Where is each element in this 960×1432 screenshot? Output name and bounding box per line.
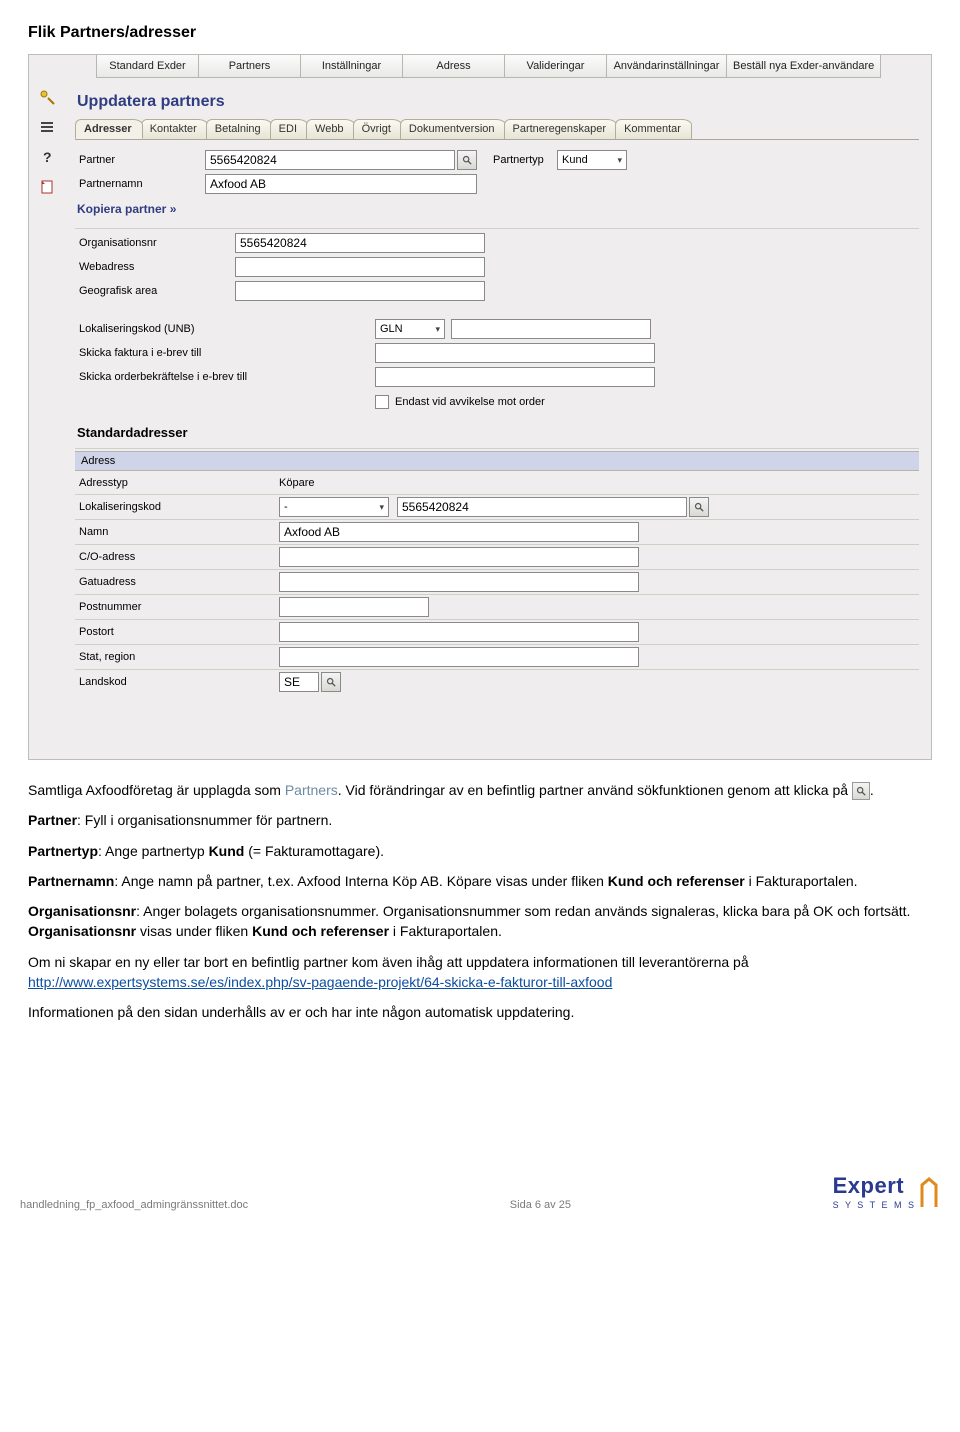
webadress-input[interactable] (235, 257, 485, 277)
eorder-input[interactable] (375, 367, 655, 387)
topmenu-installningar[interactable]: Inställningar (300, 55, 402, 78)
lbl-landskod: Landskod (79, 676, 279, 688)
lbl-postnr: Postnummer (79, 601, 279, 613)
lbl-orgnr: Organisationsnr (75, 237, 205, 249)
postnr-input[interactable] (279, 597, 429, 617)
standardadresser-heading: Standardadresser (75, 413, 919, 446)
partnertyp-select[interactable]: Kund (557, 150, 627, 170)
lbl-stat: Stat, region (79, 651, 279, 663)
lokkod-search-button[interactable] (689, 497, 709, 517)
avvikelse-checkbox[interactable] (375, 395, 389, 409)
screenshot-frame: Standard Exder Partners Inställningar Ad… (28, 54, 932, 760)
logo-subtext: S Y S T E M S (833, 1200, 916, 1210)
unb-input[interactable] (451, 319, 651, 339)
tab-kontakter[interactable]: Kontakter (141, 119, 208, 139)
footer-filename: handledning_fp_axfood_admingränssnittet.… (20, 1199, 248, 1211)
lbl-co: C/O-adress (79, 551, 279, 563)
landskod-input[interactable] (279, 672, 319, 692)
topbar-spacer (29, 55, 96, 79)
tab-edi[interactable]: EDI (270, 119, 308, 139)
search-icon (694, 502, 704, 512)
tab-kommentar[interactable]: Kommentar (615, 119, 692, 139)
lbl-lokkod: Lokaliseringskod (79, 501, 279, 513)
topmenu-valideringar[interactable]: Valideringar (504, 55, 606, 78)
lbl-einv: Skicka faktura i e-brev till (75, 347, 305, 359)
lokkod-select[interactable]: - (279, 497, 389, 517)
side-icon-strip: ? (29, 79, 65, 759)
body-p3: Partnertyp: Ange partnertyp Kund (= Fakt… (28, 841, 932, 861)
lbl-geo: Geografisk area (75, 285, 205, 297)
val-adresstyp: Köpare (279, 477, 314, 489)
lokkod-input[interactable] (397, 497, 687, 517)
body-p6: Om ni skapar en ny eller tar bort en bef… (28, 952, 932, 993)
unb-select[interactable]: GLN (375, 319, 445, 339)
lbl-partnertyp: Partnertyp (477, 154, 557, 166)
note-icon[interactable] (39, 179, 55, 195)
partner-search-button[interactable] (457, 150, 477, 170)
topmenu-partners[interactable]: Partners (198, 55, 300, 78)
wizard-icon[interactable] (39, 89, 55, 105)
geo-input[interactable] (235, 281, 485, 301)
partner-input[interactable] (205, 150, 455, 170)
lbl-unb: Lokaliseringskod (UNB) (75, 323, 305, 335)
postort-input[interactable] (279, 622, 639, 642)
lbl-gata: Gatuadress (79, 576, 279, 588)
leverantor-link[interactable]: http://www.expertsystems.se/es/index.php… (28, 974, 612, 990)
body-p5: Organisationsnr: Anger bolagets organisa… (28, 901, 932, 942)
tab-betalning[interactable]: Betalning (206, 119, 272, 139)
gata-input[interactable] (279, 572, 639, 592)
lbl-namn: Namn (79, 526, 279, 538)
lbl-webadress: Webadress (75, 261, 205, 273)
kopiera-partner-link[interactable]: Kopiera partner » (75, 196, 919, 226)
tabs-row: Adresser Kontakter Betalning EDI Webb Öv… (75, 119, 919, 140)
tab-partneregenskaper[interactable]: Partneregenskaper (504, 119, 618, 139)
search-icon (326, 677, 336, 687)
topmenu-adress[interactable]: Adress (402, 55, 504, 78)
body-p7: Informationen på den sidan underhålls av… (28, 1002, 932, 1022)
lbl-partner: Partner (75, 154, 205, 166)
term-partners: Partners (285, 782, 338, 798)
svg-text:?: ? (43, 149, 52, 165)
logo-text: Expert (833, 1173, 904, 1198)
tab-adresser[interactable]: Adresser (75, 119, 143, 139)
logo-arrow-icon (918, 1177, 940, 1211)
body-p4: Partnernamn: Ange namn på partner, t.ex.… (28, 871, 932, 891)
avvikelse-label: Endast vid avvikelse mot order (395, 396, 545, 408)
partnernamn-input[interactable] (205, 174, 477, 194)
grid-header-adress: Adress (75, 451, 919, 471)
lbl-adresstyp: Adresstyp (79, 477, 279, 489)
tab-dokumentversion[interactable]: Dokumentversion (400, 119, 506, 139)
orgnr-input[interactable] (235, 233, 485, 253)
stat-input[interactable] (279, 647, 639, 667)
page-footer: handledning_fp_axfood_admingränssnittet.… (0, 1033, 960, 1221)
inline-search-icon (852, 782, 870, 800)
doc-heading: Flik Partners/adresser (28, 24, 932, 42)
search-icon (462, 155, 472, 165)
tab-webb[interactable]: Webb (306, 119, 355, 139)
body-p1: Samtliga Axfoodföretag är upplagda som P… (28, 780, 932, 800)
lbl-postort: Postort (79, 626, 279, 638)
tab-ovrigt[interactable]: Övrigt (353, 119, 402, 139)
landskod-search-button[interactable] (321, 672, 341, 692)
co-input[interactable] (279, 547, 639, 567)
help-icon[interactable]: ? (39, 149, 55, 165)
topmenu-anvandarinstallningar[interactable]: Användarinställningar (606, 55, 726, 78)
topmenu-bestall[interactable]: Beställ nya Exder-användare (726, 55, 881, 78)
lbl-eorder: Skicka orderbekräftelse i e-brev till (75, 371, 305, 383)
list-icon[interactable] (39, 119, 55, 135)
body-p2: Partner: Fyll i organisationsnummer för … (28, 810, 932, 830)
footer-pagenum: Sida 6 av 25 (510, 1199, 571, 1211)
einv-input[interactable] (375, 343, 655, 363)
panel-title: Uppdatera partners (75, 89, 919, 119)
namn-input[interactable] (279, 522, 639, 542)
top-menu: Standard Exder Partners Inställningar Ad… (96, 55, 881, 78)
lbl-partnernamn: Partnernamn (75, 178, 205, 190)
topmenu-standard-exder[interactable]: Standard Exder (96, 55, 198, 78)
expert-logo: Expert S Y S T E M S (833, 1173, 940, 1211)
